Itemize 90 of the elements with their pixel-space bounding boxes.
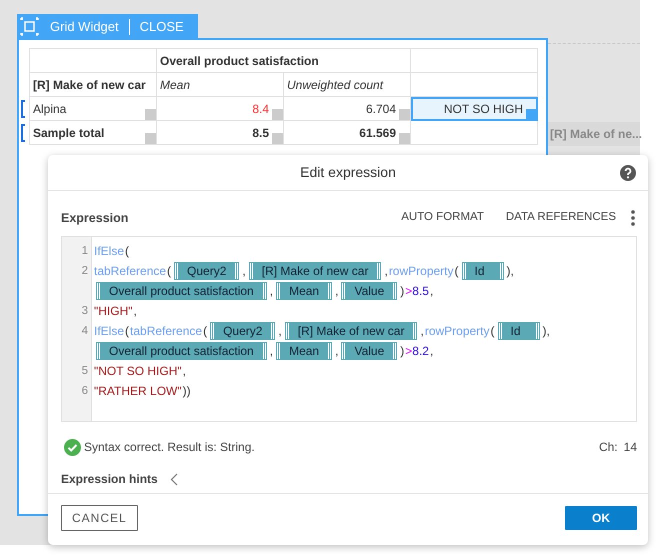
code-punctuation: , — [270, 343, 274, 360]
toolbar-link[interactable]: DATA REFERENCES — [506, 209, 616, 227]
code-operator: > — [405, 283, 412, 300]
code-punctuation: , — [335, 283, 338, 300]
function-name: tabReference — [130, 323, 202, 340]
line-number: 5 — [80, 364, 89, 379]
more-icon[interactable] — [630, 210, 636, 226]
reference-chip[interactable]: Value — [342, 343, 396, 359]
code-punctuation: , — [420, 323, 424, 340]
reference-chip[interactable]: Overall product satisfaction — [97, 343, 266, 359]
code-punctuation: , — [384, 263, 388, 280]
table-cell[interactable]: NOT SO HIGH — [410, 96, 538, 120]
code-number: 8.5 — [412, 283, 429, 300]
code-string: "NOT SO HIGH" — [94, 363, 182, 380]
code-string: "RATHER LOW" — [94, 383, 182, 400]
reference-chip[interactable]: Value — [342, 283, 396, 299]
reference-chip[interactable]: Query2 — [211, 323, 274, 339]
function-name: tabReference — [94, 263, 166, 280]
line-number: 6 — [80, 384, 89, 399]
code-punctuation: ( — [454, 263, 458, 280]
code-punctuation: ( — [167, 263, 172, 280]
code-punctuation: , — [335, 343, 338, 360]
select-icon[interactable] — [17, 14, 42, 39]
code-punctuation: , — [430, 283, 434, 300]
function-name: IfElse — [94, 243, 124, 260]
formula-icon[interactable] — [399, 109, 410, 120]
status-text: Syntax correct. Result is: String. — [84, 439, 256, 456]
table-cell[interactable]: 8.5 — [156, 120, 284, 144]
formula-icon[interactable] — [272, 109, 283, 120]
line-number: 3 — [80, 304, 89, 319]
code-number: 8.2 — [412, 343, 429, 360]
reference-chip[interactable]: Mean — [277, 343, 332, 359]
ok-button[interactable]: OK — [565, 506, 637, 530]
code-punctuation: , — [134, 303, 137, 320]
table-cell[interactable]: 6.704 — [284, 96, 410, 120]
column-header: Unweighted count — [284, 72, 410, 96]
code-punctuation: , — [182, 363, 186, 380]
code-punctuation: , — [242, 263, 246, 280]
row-marker-icon — [21, 100, 25, 118]
code-punctuation: ) — [400, 283, 404, 300]
table-cell[interactable]: 61.569 — [284, 120, 410, 144]
help-icon[interactable] — [620, 165, 636, 181]
cancel-button[interactable]: CANCEL — [61, 504, 138, 530]
code-punctuation: , — [278, 323, 282, 340]
char-count: 14 — [624, 439, 637, 456]
code-punctuation: )) — [182, 383, 191, 400]
code-punctuation: ), — [506, 263, 514, 280]
line-number: 1 — [80, 244, 89, 259]
code-punctuation: ( — [203, 323, 208, 340]
table-cell[interactable] — [410, 120, 538, 144]
row-marker-icon — [21, 124, 25, 142]
code-punctuation: , — [430, 343, 434, 360]
column-header: Mean — [156, 72, 284, 96]
reference-chip[interactable]: [R] Make of new car — [286, 323, 416, 339]
code-punctuation: ), — [542, 323, 550, 340]
function-name: rowProperty — [388, 263, 454, 280]
code-punctuation: ( — [125, 323, 130, 340]
widget-title: Grid Widget — [50, 18, 119, 36]
reference-chip[interactable]: [R] Make of new car — [250, 263, 380, 279]
code-string: "HIGH" — [94, 303, 133, 320]
code-punctuation: ) — [400, 343, 404, 360]
toolbar-link[interactable]: AUTO FORMAT — [401, 209, 484, 227]
line-number: 4 — [80, 324, 89, 339]
formula-icon[interactable] — [526, 109, 537, 120]
formula-icon[interactable] — [399, 133, 410, 144]
char-count-label: Ch: — [598, 439, 618, 456]
chevron-left-icon[interactable] — [170, 472, 178, 486]
dialog-title: Edit expression — [300, 163, 396, 182]
formula-icon[interactable] — [145, 109, 156, 120]
column-header: [R] Make of new car — [30, 72, 156, 96]
code-punctuation: ( — [490, 323, 495, 340]
code-operator: > — [405, 343, 412, 360]
line-number: 2 — [80, 264, 89, 279]
code-editor[interactable] — [61, 236, 637, 422]
reference-chip[interactable]: Id — [498, 323, 539, 339]
reference-chip[interactable]: Id — [462, 263, 502, 279]
column-header: [R] Make of ne... — [548, 122, 640, 146]
column-header: Overall product satisfaction — [156, 48, 410, 72]
formula-icon[interactable] — [145, 133, 156, 144]
reference-chip[interactable]: Overall product satisfaction — [97, 283, 266, 299]
formula-icon[interactable] — [272, 133, 283, 144]
table-cell[interactable]: 8.4 — [156, 96, 284, 120]
code-punctuation: ( — [125, 243, 130, 260]
code-punctuation: , — [270, 283, 274, 300]
reference-chip[interactable]: Query2 — [175, 263, 238, 279]
hints-label: Expression hints — [61, 471, 158, 488]
function-name: rowProperty — [424, 323, 490, 340]
reference-chip[interactable]: Mean — [277, 283, 332, 299]
section-label: Expression — [61, 210, 130, 227]
function-name: IfElse — [94, 323, 124, 340]
